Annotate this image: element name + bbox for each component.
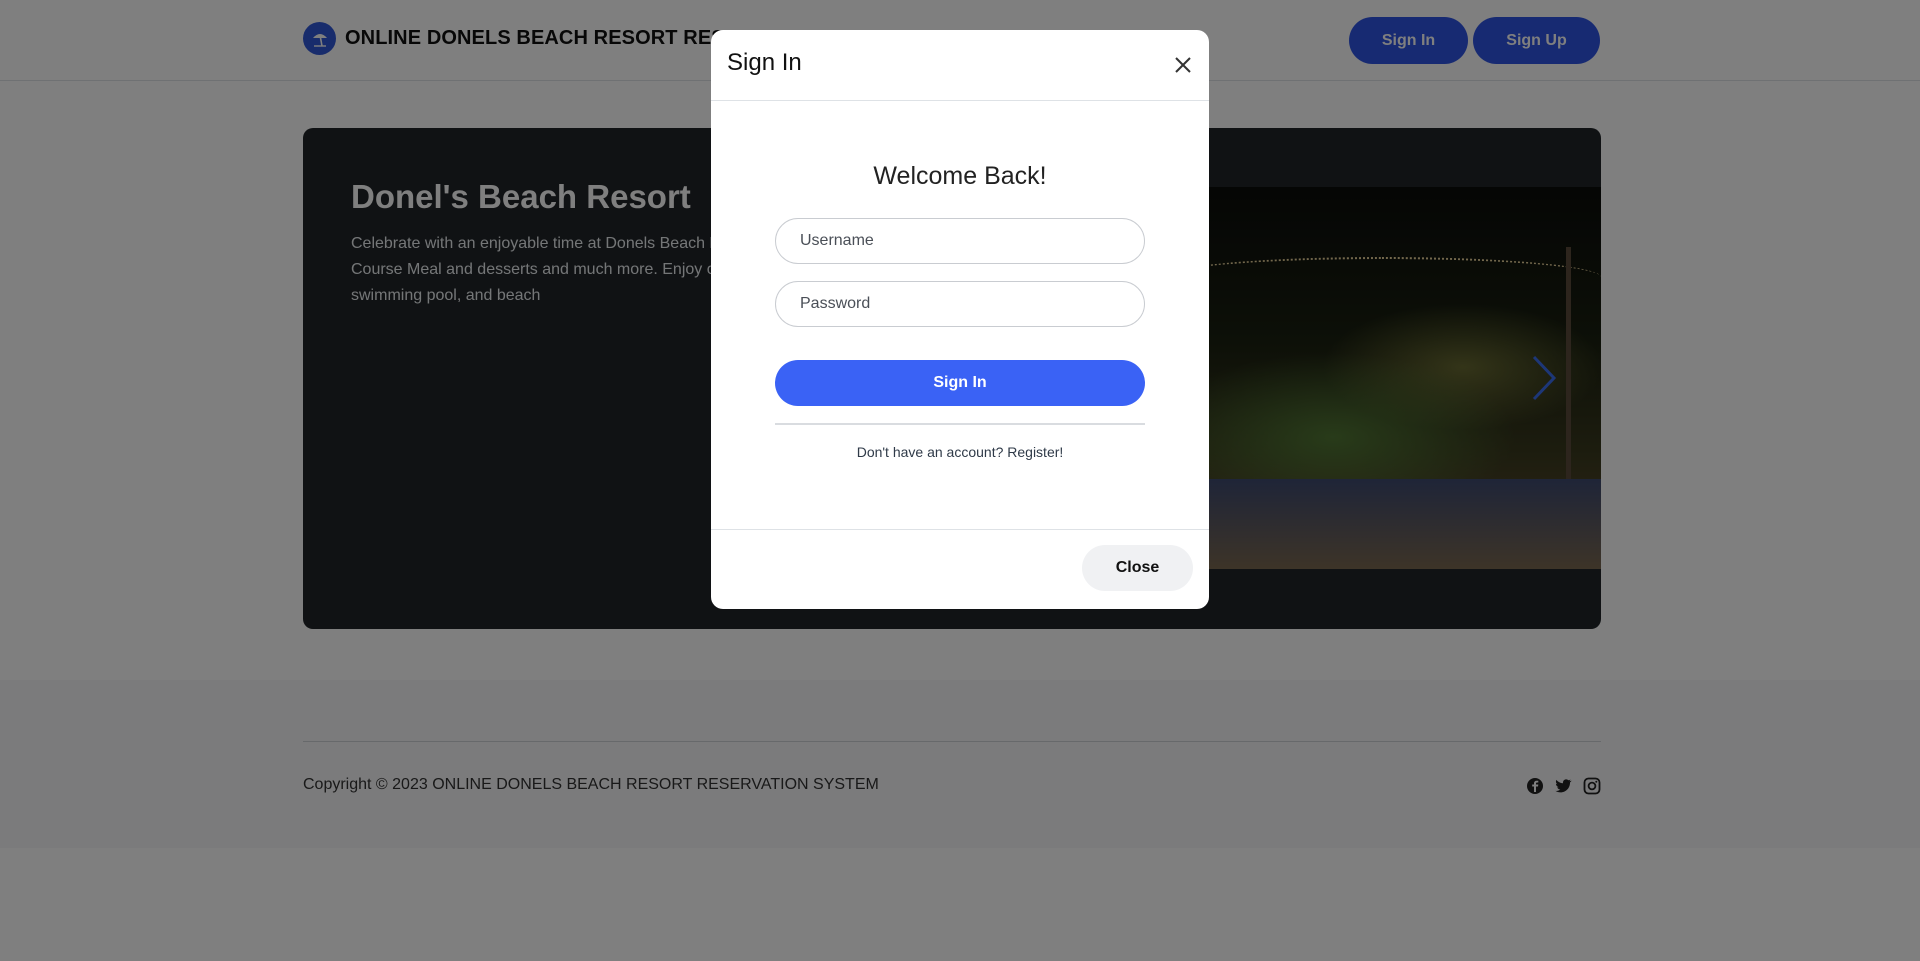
sign-in-submit-button[interactable]: Sign In bbox=[775, 360, 1145, 406]
password-input[interactable] bbox=[775, 281, 1145, 327]
close-icon[interactable] bbox=[1173, 55, 1193, 75]
register-link[interactable]: Don't have an account? Register! bbox=[711, 444, 1209, 460]
modal-title: Sign In bbox=[727, 49, 802, 76]
form-divider bbox=[775, 423, 1145, 425]
modal-header: Sign In bbox=[711, 30, 1209, 101]
close-button[interactable]: Close bbox=[1082, 545, 1193, 591]
username-input[interactable] bbox=[775, 218, 1145, 264]
welcome-heading: Welcome Back! bbox=[873, 162, 1047, 190]
modal-footer: Close bbox=[711, 529, 1209, 609]
sign-in-modal: Sign In Welcome Back! Sign In Don't have… bbox=[711, 30, 1209, 609]
